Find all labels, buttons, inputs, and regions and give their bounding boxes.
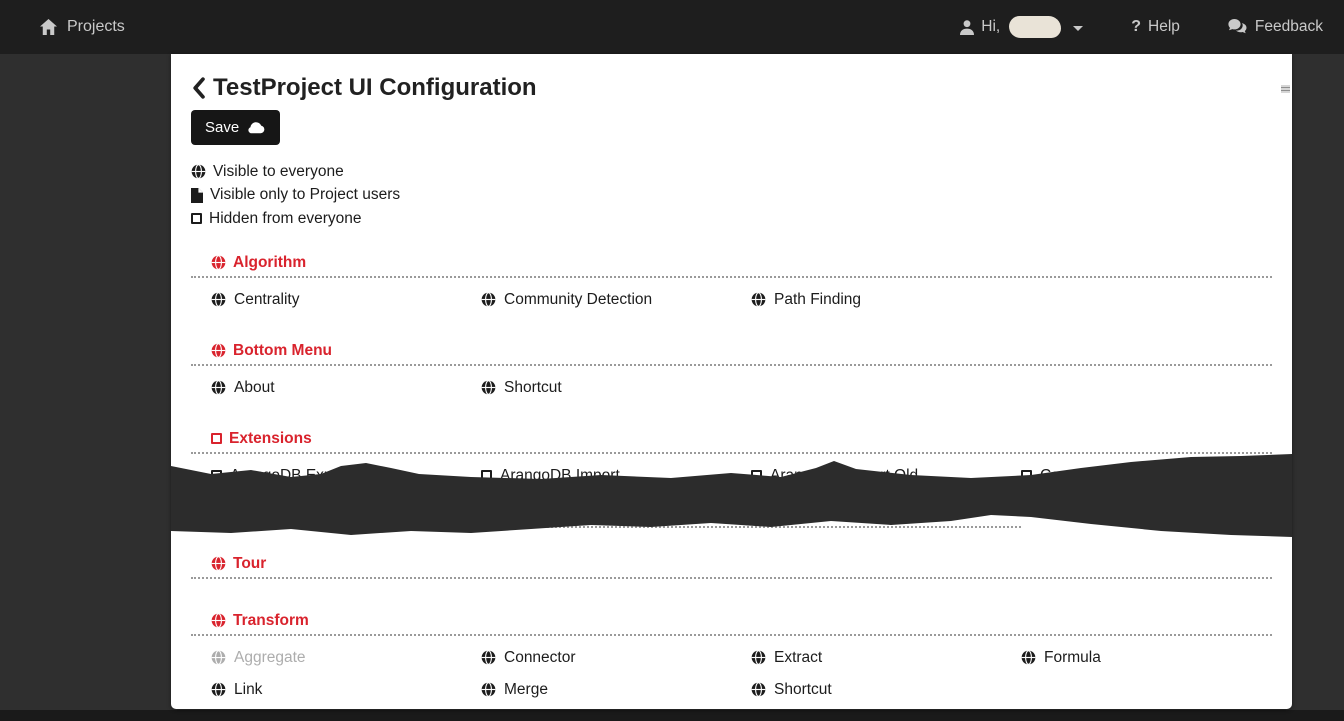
top-navbar: Projects Hi, ? Help Feedback (0, 0, 1344, 54)
config-item[interactable]: Link (211, 680, 481, 700)
item-label: Shortcut (504, 379, 562, 397)
section-heading[interactable]: Bottom Menu (211, 341, 1272, 361)
globe-icon (211, 380, 226, 395)
globe-icon (191, 164, 206, 179)
back-chevron-icon[interactable] (191, 77, 206, 99)
section-items: Aggregate Connector Extract Formula Link Merg… (211, 648, 1291, 700)
section-heading[interactable]: Algorithm (211, 253, 1272, 273)
nav-feedback-label: Feedback (1255, 18, 1323, 36)
item-label: Connector (504, 649, 576, 667)
page-header: TestProject UI Configuration (191, 74, 1272, 102)
cloud-icon (247, 122, 266, 134)
item-label: Path Finding (774, 291, 861, 309)
config-item[interactable]: Path Finding (751, 290, 1021, 310)
globe-icon (481, 292, 496, 307)
nav-help[interactable]: ? Help (1131, 18, 1180, 36)
nav-right-group: Hi, ? Help Feedback (960, 0, 1323, 54)
item-label: Aggregate (234, 649, 306, 667)
section-title: Bottom Menu (233, 342, 332, 360)
section-divider (191, 364, 1272, 366)
item-label: Centrality (234, 291, 299, 309)
torn-redaction-band (171, 444, 1292, 540)
config-item[interactable]: Extract (751, 648, 1021, 668)
page-title: TestProject UI Configuration (213, 74, 537, 102)
item-label: Merge (504, 681, 548, 699)
save-button-label: Save (205, 119, 239, 136)
section-transform: Transform Aggregate Connector Extract Formul… (191, 611, 1272, 700)
user-icon (960, 20, 974, 35)
globe-icon (211, 343, 226, 358)
redacted-username (1009, 16, 1061, 38)
page-background: TestProject UI Configuration Save Visibl… (0, 54, 1344, 710)
globe-icon (751, 682, 766, 697)
item-label: Formula (1044, 649, 1101, 667)
config-item[interactable]: About (211, 378, 481, 398)
legend-label: Hidden from everyone (209, 210, 362, 228)
globe-icon (211, 613, 226, 628)
nav-projects[interactable]: Projects (40, 0, 125, 54)
item-label: Extract (774, 649, 822, 667)
nav-feedback[interactable]: Feedback (1228, 18, 1323, 36)
item-label: Shortcut (774, 681, 832, 699)
globe-icon (751, 650, 766, 665)
section-heading[interactable]: Tour (211, 554, 1272, 574)
nav-greeting: Hi, (981, 18, 1000, 36)
section-title: Tour (233, 555, 266, 573)
section-title: Transform (233, 612, 309, 630)
config-item[interactable]: Connector (481, 648, 751, 668)
section-bottom-menu: Bottom Menu About Shortcut (191, 341, 1272, 398)
item-label: Link (234, 681, 262, 699)
config-item[interactable]: Formula (1021, 648, 1291, 668)
legend-label: Visible to everyone (213, 163, 344, 181)
visibility-legend: Visible to everyone Visible only to Proj… (191, 160, 1272, 231)
section-heading[interactable]: Transform (211, 611, 1272, 631)
item-label: About (234, 379, 275, 397)
globe-icon (481, 682, 496, 697)
home-icon (40, 19, 57, 35)
chevron-down-icon (1073, 26, 1083, 31)
save-button[interactable]: Save (191, 110, 280, 145)
scrollbar-artifact (1281, 85, 1290, 93)
section-items: About Shortcut (211, 378, 1291, 398)
config-item[interactable]: Aggregate (211, 648, 481, 668)
checkbox-icon (191, 213, 202, 224)
globe-icon (481, 650, 496, 665)
globe-icon (481, 380, 496, 395)
globe-icon (1021, 650, 1036, 665)
config-item[interactable]: Community Detection (481, 290, 751, 310)
legend-visible-project-users: Visible only to Project users (191, 184, 1272, 208)
globe-icon (211, 650, 226, 665)
config-item[interactable]: Centrality (211, 290, 481, 310)
comments-icon (1228, 19, 1248, 35)
section-divider (191, 276, 1272, 278)
legend-visible-everyone: Visible to everyone (191, 160, 1272, 184)
globe-icon (211, 255, 226, 270)
globe-icon (751, 292, 766, 307)
section-items: Centrality Community Detection Path Findin… (211, 290, 1291, 310)
config-item[interactable]: Shortcut (481, 378, 751, 398)
section-algorithm: Algorithm Centrality Community Detection Pa… (191, 253, 1272, 310)
globe-icon (211, 292, 226, 307)
config-item[interactable]: Shortcut (751, 680, 1021, 700)
nav-help-label: Help (1148, 18, 1180, 36)
nav-projects-label: Projects (67, 18, 125, 36)
section-title: Algorithm (233, 254, 306, 272)
section-divider (191, 634, 1272, 636)
section-divider (191, 577, 1272, 579)
legend-label: Visible only to Project users (210, 186, 400, 204)
section-tour: Tour (191, 554, 1272, 579)
nav-user-menu[interactable]: Hi, (960, 16, 1083, 38)
legend-hidden-everyone: Hidden from everyone (191, 207, 1272, 231)
globe-icon (211, 556, 226, 571)
config-item[interactable]: Merge (481, 680, 751, 700)
question-mark-icon: ? (1131, 18, 1141, 36)
globe-icon (211, 682, 226, 697)
config-card: TestProject UI Configuration Save Visibl… (171, 54, 1292, 709)
checkbox-icon (211, 433, 222, 444)
item-label: Community Detection (504, 291, 652, 309)
file-icon (191, 188, 203, 203)
